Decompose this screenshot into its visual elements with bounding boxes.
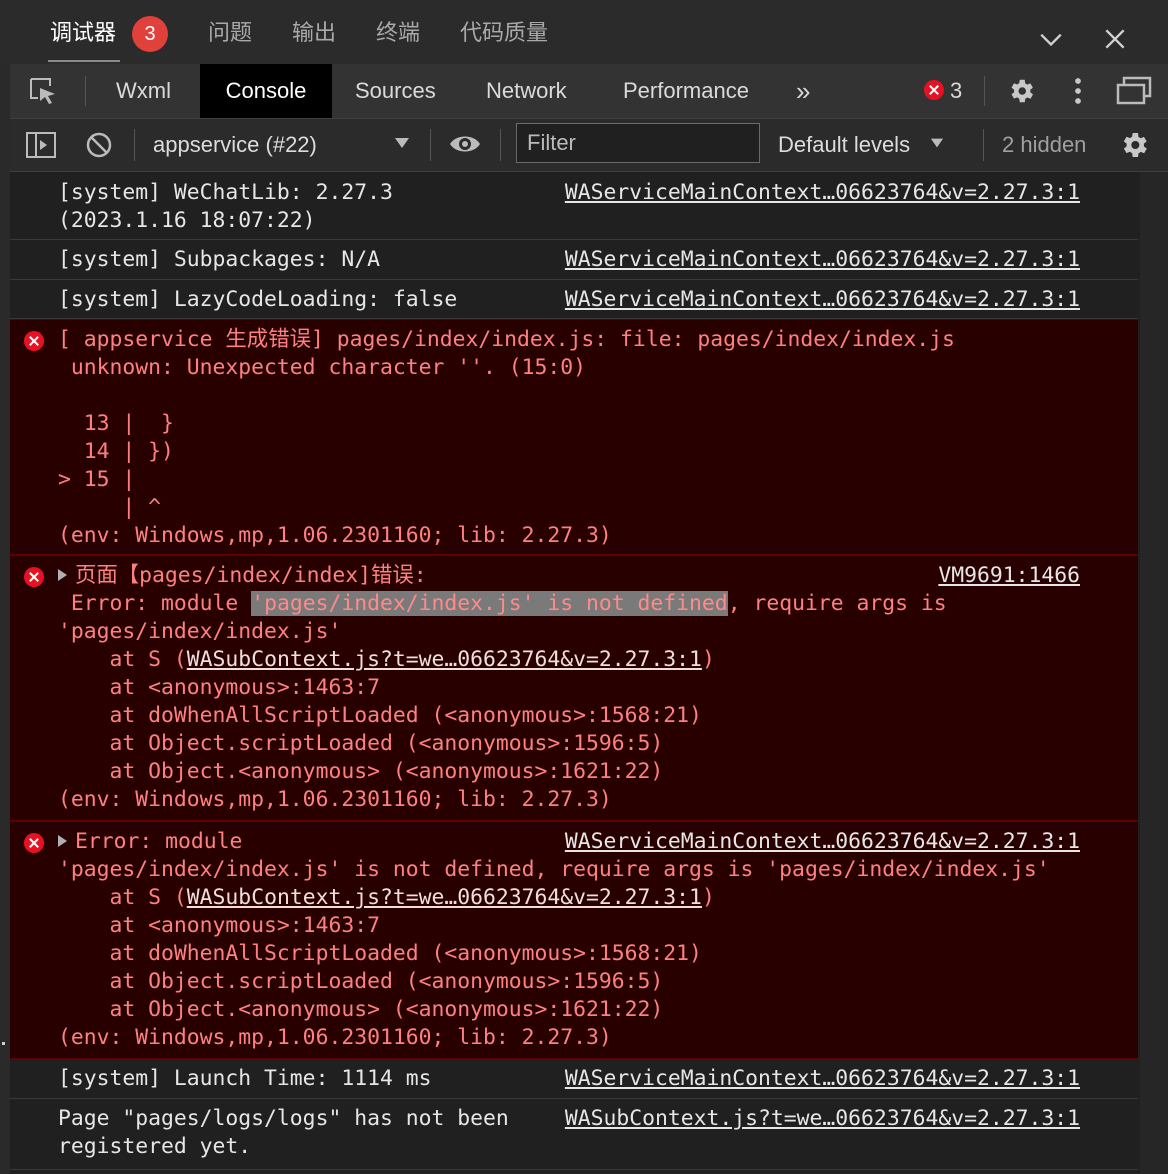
log-message: [system] Launch Time: 1114 ms: [58, 1066, 432, 1091]
log-levels-selector[interactable]: Default levels: [778, 129, 910, 161]
error-entry: 页面【pages/index/index]错误: Error: module '…: [10, 555, 1138, 821]
left-edge-strip: [0, 64, 10, 1174]
filter-input[interactable]: Filter: [516, 123, 760, 163]
console-settings-gear-icon[interactable]: [1118, 129, 1150, 161]
log-source-link[interactable]: WAServiceMainContext…06623764&v=2.27.3:1: [565, 246, 1080, 274]
log-entry: [system] WeChatLib: 2.27.3 (2023.1.16 18…: [10, 172, 1138, 240]
console-toolbar: appservice (#22) Filter Default levels 2…: [10, 119, 1168, 172]
divider: [85, 76, 86, 106]
levels-dropdown-arrow-icon[interactable]: [930, 137, 944, 149]
tab-console[interactable]: Console: [200, 64, 332, 118]
debugger-error-badge: 3: [132, 16, 168, 52]
more-options-icon[interactable]: [1070, 76, 1086, 106]
error-icon: [24, 833, 44, 853]
expand-triangle-icon[interactable]: [58, 569, 67, 581]
close-icon[interactable]: [1102, 26, 1128, 52]
console-log-list: [system] WeChatLib: 2.27.3 (2023.1.16 18…: [10, 172, 1138, 1174]
more-tabs-icon[interactable]: »: [796, 64, 810, 118]
log-entry: [system] Launch Time: 1114 ms WAServiceM…: [10, 1059, 1138, 1099]
divider: [134, 129, 135, 161]
console-scrollbar[interactable]: [1140, 172, 1168, 1174]
sidebar-toggle-icon[interactable]: [25, 131, 57, 159]
log-source-link[interactable]: WAServiceMainContext…06623764&v=2.27.3:1: [565, 1065, 1080, 1093]
log-entry: Page "pages/logs/logs" has not been regi…: [10, 1099, 1138, 1170]
error-icon: [24, 331, 44, 351]
live-expression-eye-icon[interactable]: [448, 131, 482, 157]
divider: [500, 129, 501, 161]
tab-code-quality[interactable]: 代码质量: [460, 18, 548, 48]
error-message: 页面【pages/index/index]错误: Error: module '…: [58, 563, 947, 812]
clear-console-icon[interactable]: [84, 130, 114, 160]
log-source-link[interactable]: WASubContext.js?t=we…06623764&v=2.27.3:1: [565, 1105, 1080, 1133]
expand-triangle-icon[interactable]: [58, 835, 67, 847]
log-message: [system] LazyCodeLoading: false: [58, 287, 458, 312]
error-count[interactable]: 3: [950, 64, 962, 118]
error-message: [ appservice 生成错误] pages/index/index.js:…: [58, 327, 955, 548]
divider: [430, 129, 431, 161]
tab-network[interactable]: Network: [486, 64, 567, 118]
log-source-link[interactable]: VM9691:1466: [938, 562, 1080, 590]
context-selector[interactable]: appservice (#22): [153, 129, 317, 161]
log-message: Page "pages/logs/logs" has not been regi…: [58, 1106, 509, 1159]
log-entry: [system] Subpackages: N/A WAServiceMainC…: [10, 240, 1138, 280]
tab-debugger[interactable]: 调试器: [50, 18, 116, 48]
log-message: [system] WeChatLib: 2.27.3 (2023.1.16 18…: [58, 180, 393, 233]
stack-source-link[interactable]: WASubContext.js?t=we…06623764&v=2.27.3:1: [187, 885, 702, 910]
log-source-link[interactable]: WAServiceMainContext…06623764&v=2.27.3:1: [565, 828, 1080, 856]
error-entry: [ appservice 生成错误] pages/index/index.js:…: [10, 319, 1138, 555]
tab-wxml[interactable]: Wxml: [116, 64, 171, 118]
active-tab-indicator: [48, 60, 120, 62]
divider: [984, 76, 985, 106]
tab-sources[interactable]: Sources: [355, 64, 436, 118]
undock-window-icon[interactable]: [1116, 76, 1152, 106]
stack-source-link[interactable]: WASubContext.js?t=we…06623764&v=2.27.3:1: [187, 647, 702, 672]
tab-terminal[interactable]: 终端: [376, 18, 420, 48]
dropdown-arrow-icon[interactable]: [394, 137, 410, 149]
inspect-element-icon[interactable]: [28, 76, 58, 106]
cursor-marker: [2, 1042, 5, 1045]
log-source-link[interactable]: WAServiceMainContext…06623764&v=2.27.3:1: [565, 179, 1080, 207]
error-message: Error: module 'pages/index/index.js' is …: [58, 829, 1050, 1050]
settings-gear-icon[interactable]: [1006, 76, 1036, 106]
error-entry: Error: module 'pages/index/index.js' is …: [10, 821, 1138, 1059]
log-source-link[interactable]: WAServiceMainContext…06623764&v=2.27.3:1: [565, 286, 1080, 314]
divider: [983, 129, 984, 161]
log-entry: [system] LazyCodeLoading: false WAServic…: [10, 280, 1138, 319]
tab-output[interactable]: 输出: [292, 18, 336, 48]
error-icon: [24, 567, 44, 587]
chevron-down-icon[interactable]: [1038, 26, 1064, 52]
selected-text: 'pages/index/index.js' is not defined: [251, 591, 728, 616]
tab-performance[interactable]: Performance: [623, 64, 749, 118]
devtools-tab-bar: Wxml Console Sources Network Performance…: [10, 64, 1168, 119]
panel-tab-bar: 调试器 3 问题 输出 终端 代码质量: [0, 0, 1168, 64]
log-message: [system] Subpackages: N/A: [58, 247, 380, 272]
tab-problems[interactable]: 问题: [208, 18, 252, 48]
hidden-count: 2 hidden: [1002, 132, 1087, 157]
error-count-icon[interactable]: [924, 80, 944, 100]
